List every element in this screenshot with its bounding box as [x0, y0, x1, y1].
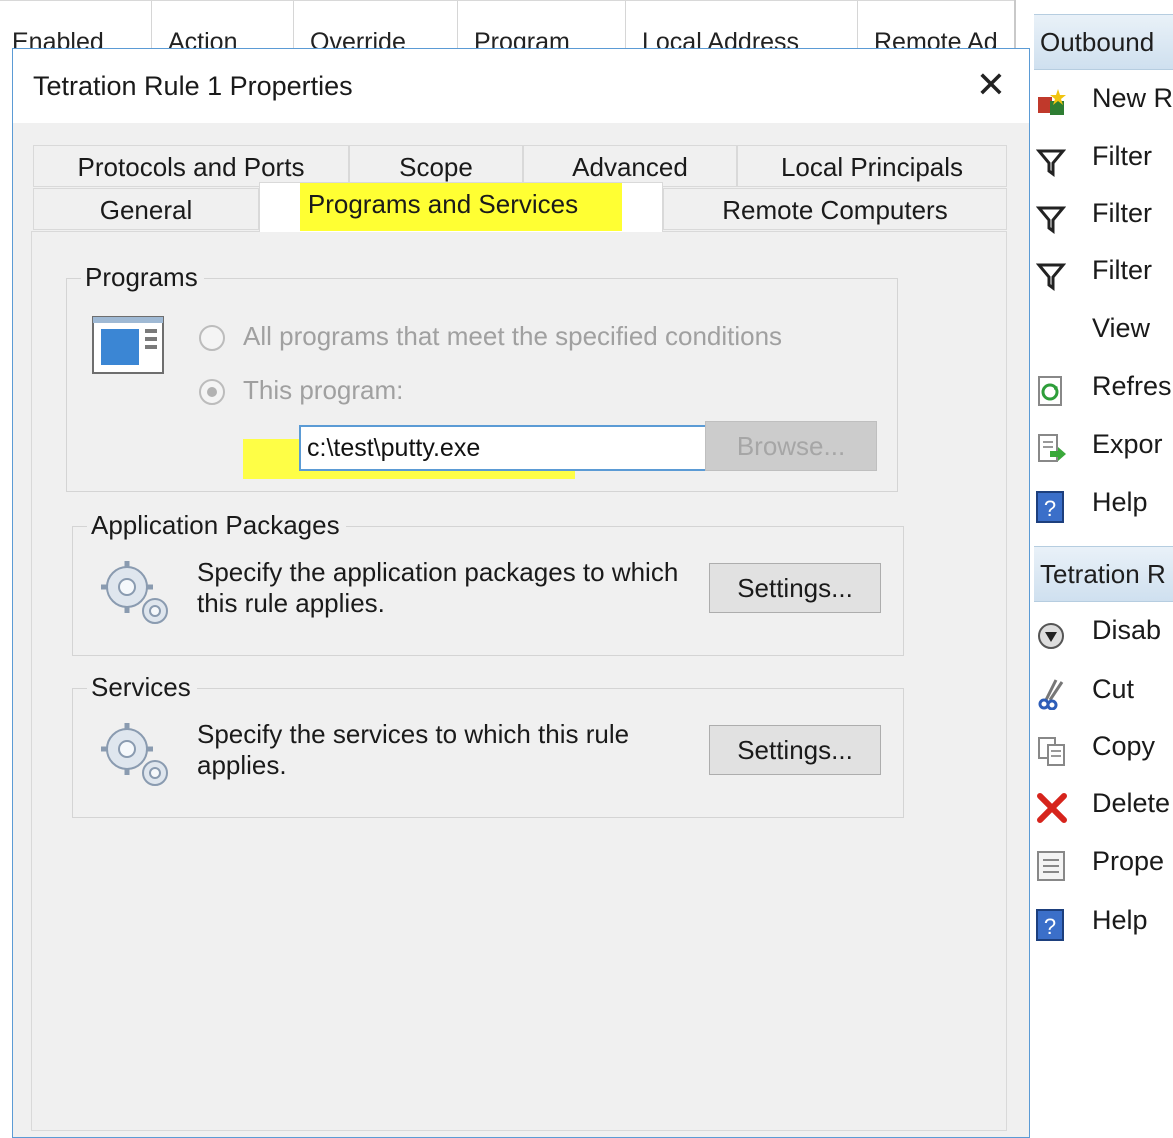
new-rule-icon — [1036, 82, 1066, 115]
refresh-icon — [1036, 370, 1066, 406]
column-header-override[interactable]: Override — [294, 1, 458, 51]
action-label: Prope — [1092, 846, 1165, 876]
svg-text:?: ? — [1044, 914, 1056, 939]
radio-this-program-label: This program: — [243, 375, 404, 405]
services-label: Services — [87, 672, 197, 703]
action-label: Help — [1092, 487, 1148, 517]
browse-button[interactable]: Browse... — [705, 421, 877, 471]
action-label: Cut — [1092, 674, 1135, 704]
help-icon: ? — [1036, 904, 1066, 941]
action-label: Expor — [1092, 429, 1163, 459]
action-cut[interactable]: Cut — [1034, 661, 1173, 717]
radio-button-this-program[interactable] — [199, 379, 225, 405]
gears-icon — [97, 557, 177, 629]
application-packages-group: Application Packages Specify the applica… — [72, 510, 904, 656]
action-label: Copy — [1092, 731, 1156, 761]
radio-all-programs-label: All programs that meet the specified con… — [243, 321, 783, 351]
action-filter-group[interactable]: Filter — [1034, 242, 1173, 298]
close-icon[interactable]: ✕ — [971, 65, 1011, 105]
help-icon: ? — [1036, 486, 1066, 523]
tab-programs-and-services[interactable]: Programs and Services — [259, 182, 663, 232]
rule-properties-dialog: Tetration Rule 1 Properties ✕ Protocols … — [12, 48, 1030, 1138]
column-header-program[interactable]: Program — [458, 1, 626, 51]
cut-icon — [1036, 673, 1066, 711]
column-header-local-address[interactable]: Local Address — [626, 1, 858, 51]
tab-remote-computers[interactable]: Remote Computers — [663, 188, 1007, 230]
filter-icon — [1035, 197, 1067, 234]
filter-icon — [1035, 140, 1067, 177]
action-new-rule[interactable]: New R — [1034, 70, 1173, 126]
action-label: Help — [1092, 905, 1148, 935]
action-filter-state[interactable]: Filter — [1034, 185, 1173, 241]
action-disable-rule[interactable]: Disab — [1034, 602, 1173, 658]
action-copy[interactable]: Copy — [1034, 718, 1173, 774]
action-label: New R — [1092, 83, 1173, 113]
services-group: Services Specify the services to which t… — [72, 672, 904, 818]
radio-button-all-programs[interactable] — [199, 325, 225, 351]
properties-icon — [1036, 845, 1066, 881]
application-packages-description: Specify the application packages to whic… — [197, 557, 679, 618]
action-refresh[interactable]: Refres — [1034, 358, 1173, 414]
action-label: Filter — [1092, 255, 1152, 285]
tab-protocols-and-ports[interactable]: Protocols and Ports — [33, 145, 349, 187]
column-header-remote-address[interactable]: Remote Ad — [858, 1, 1016, 51]
action-help[interactable]: ? Help — [1034, 474, 1173, 530]
action-filter-profile[interactable]: Filter — [1034, 128, 1173, 184]
svg-text:?: ? — [1044, 496, 1056, 521]
action-label: Filter — [1092, 198, 1152, 228]
dialog-titlebar[interactable]: Tetration Rule 1 Properties ✕ — [13, 49, 1029, 123]
disable-icon — [1036, 614, 1066, 649]
filter-icon — [1035, 254, 1067, 291]
action-label: View — [1092, 313, 1151, 343]
program-window-icon — [91, 315, 165, 377]
application-packages-settings-button[interactable]: Settings... — [709, 563, 881, 613]
action-label: Delete — [1092, 788, 1171, 818]
tab-scope[interactable]: Scope — [349, 145, 523, 187]
action-label: Disab — [1092, 615, 1162, 645]
column-header-enabled[interactable]: Enabled — [0, 1, 152, 51]
gears-icon — [97, 719, 177, 791]
tab-advanced[interactable]: Advanced — [523, 145, 737, 187]
export-icon — [1036, 428, 1066, 462]
tab-label-highlighted: Programs and Services — [299, 183, 623, 231]
action-view[interactable]: View — [1034, 300, 1173, 356]
programs-group: Programs All programs that meet the spec… — [66, 262, 898, 492]
application-packages-label: Application Packages — [87, 510, 346, 541]
action-properties[interactable]: Prope — [1034, 833, 1173, 889]
tab-general[interactable]: General — [33, 188, 259, 230]
delete-icon — [1036, 787, 1067, 823]
copy-icon — [1036, 730, 1066, 766]
tab-local-principals[interactable]: Local Principals — [737, 145, 1007, 187]
action-delete[interactable]: Delete — [1034, 775, 1173, 831]
services-settings-button[interactable]: Settings... — [709, 725, 881, 775]
programs-group-label: Programs — [81, 262, 204, 293]
action-label: Refres — [1092, 371, 1172, 401]
actions-section-outbound[interactable]: Outbound — [1034, 14, 1173, 70]
action-help-rule[interactable]: ? Help — [1034, 892, 1173, 948]
action-export[interactable]: Expor — [1034, 416, 1173, 472]
action-label: Filter — [1092, 141, 1152, 171]
rules-table-header: Enabled Action Override Program Local Ad… — [0, 0, 1016, 51]
services-description: Specify the services to which this rule … — [197, 719, 630, 780]
programs-and-services-panel: Programs All programs that meet the spec… — [31, 231, 1007, 1131]
program-path-input[interactable]: c:\test\putty.exe — [299, 425, 743, 471]
actions-pane: Outbound New R Filter Filter Filter View… — [1014, 0, 1173, 1133]
column-header-action[interactable]: Action — [152, 1, 294, 51]
actions-section-tetration-rule[interactable]: Tetration R — [1034, 546, 1173, 602]
dialog-title: Tetration Rule 1 Properties — [33, 71, 353, 101]
